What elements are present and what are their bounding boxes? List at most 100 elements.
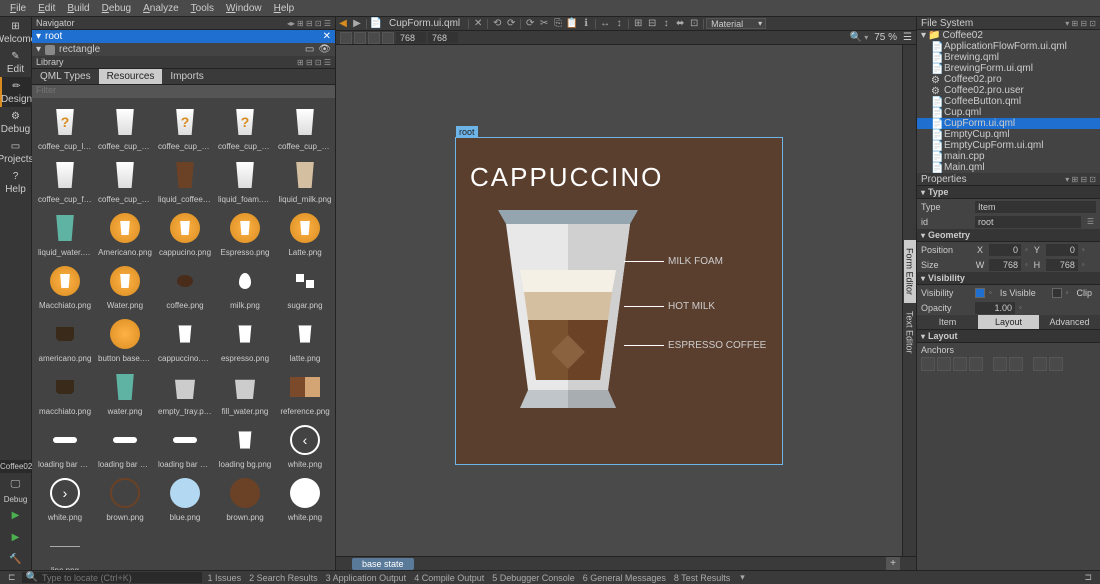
prop-tab-layout[interactable]: Layout xyxy=(978,315,1039,329)
library-tab-qml-types[interactable]: QML Types xyxy=(32,69,99,84)
activity-debug[interactable]: ⚙Debug xyxy=(0,107,32,137)
fs-item[interactable]: 📄ApplicationFlowForm.ui.qml xyxy=(917,41,1100,52)
activity-projects[interactable]: ▭Projects xyxy=(0,137,32,167)
resource-item[interactable]: empty_tray.png xyxy=(156,367,214,418)
resource-item[interactable]: liquid_water.png xyxy=(36,208,94,259)
resource-item[interactable]: loading bg.png xyxy=(216,420,274,471)
text-editor-tab[interactable]: Text Editor xyxy=(904,303,916,362)
fs-item[interactable]: 📄EmptyCupForm.ui.qml xyxy=(917,140,1100,151)
fs-item[interactable]: ⚙Coffee02.pro xyxy=(917,74,1100,85)
design-canvas[interactable]: root CAPPUCCINO xyxy=(336,45,902,556)
resource-item[interactable]: coffee_cup_shadow.... xyxy=(96,155,154,206)
menu-help[interactable]: Help xyxy=(268,3,301,14)
nav-arrow-icon[interactable]: ◂▸ xyxy=(287,19,295,28)
output-tab[interactable]: 8 Test Results xyxy=(670,573,734,583)
resource-item[interactable]: cappucino.png xyxy=(156,208,214,259)
debug-mode-icon[interactable]: 🖵 xyxy=(0,473,32,495)
fs-item[interactable]: 📄Cup.qml xyxy=(917,107,1100,118)
resource-item[interactable]: coffee_cup_coverplat... xyxy=(276,102,334,153)
resource-item[interactable]: macchiato.png xyxy=(36,367,94,418)
resource-item[interactable]: Latte.png xyxy=(276,208,334,259)
opacity-field[interactable]: 1.00 xyxy=(975,302,1015,314)
resource-item[interactable]: Espresso.png xyxy=(216,208,274,259)
pos-y[interactable]: 0 xyxy=(1046,244,1078,256)
resource-item[interactable]: americano.png xyxy=(36,314,94,365)
layout-section[interactable]: Layout xyxy=(917,330,1100,343)
clip-checkbox[interactable] xyxy=(1052,288,1062,298)
resource-item[interactable]: Americano.png xyxy=(96,208,154,259)
style-combo[interactable]: Material xyxy=(706,18,766,29)
menu-tools[interactable]: Tools xyxy=(185,3,220,14)
forward-button[interactable]: ▶ xyxy=(350,17,364,31)
build-button[interactable]: 🔨 xyxy=(0,548,32,570)
output-tab[interactable]: 3 Application Output xyxy=(322,573,411,583)
form-editor-tab[interactable]: Form Editor xyxy=(904,240,916,303)
resource-item[interactable]: loading bar 3.png xyxy=(156,420,214,471)
fs-item[interactable]: 📄EmptyCup.qml xyxy=(917,129,1100,140)
debug-target[interactable]: Coffee02 xyxy=(0,460,31,473)
resource-item[interactable]: Water.png xyxy=(96,261,154,312)
menu-edit[interactable]: Edit xyxy=(32,3,61,14)
library-filter[interactable] xyxy=(32,85,335,98)
fs-item[interactable]: 📄BrewingForm.ui.qml xyxy=(917,63,1100,74)
resource-item[interactable]: coffee_cup_large.png xyxy=(36,102,94,153)
size-w[interactable]: 768 xyxy=(989,259,1021,271)
navigator-item[interactable]: ▾rectangle▭👁 xyxy=(32,43,335,56)
menu-debug[interactable]: Debug xyxy=(96,3,137,14)
type-section[interactable]: Type xyxy=(917,186,1100,199)
id-field[interactable]: root xyxy=(975,216,1081,228)
resource-item[interactable]: coffee_cup_back.png xyxy=(156,102,214,153)
activity-edit[interactable]: ✎Edit xyxy=(0,47,32,77)
navigator-search-input[interactable] xyxy=(45,31,323,42)
resource-item[interactable]: water.png xyxy=(96,367,154,418)
width-field[interactable]: 768 xyxy=(396,32,426,43)
resource-item[interactable]: sugar.png xyxy=(276,261,334,312)
design-root[interactable]: root CAPPUCCINO xyxy=(455,137,783,465)
height-field[interactable]: 768 xyxy=(428,32,458,43)
back-button[interactable]: ◀ xyxy=(336,17,350,31)
resource-item[interactable]: white.png xyxy=(276,473,334,524)
resource-item[interactable]: coffee.png xyxy=(156,261,214,312)
locator[interactable]: 🔍 xyxy=(22,572,202,583)
menu-build[interactable]: Build xyxy=(61,3,95,14)
resource-item[interactable]: liquid_milk.png xyxy=(276,155,334,206)
prop-tab-item[interactable]: Item xyxy=(917,315,978,329)
navigator-search[interactable]: ▾ ✕ xyxy=(32,30,335,43)
visibility-section[interactable]: Visibility xyxy=(917,272,1100,285)
resource-item[interactable]: reference.png xyxy=(276,367,334,418)
resource-item[interactable]: latte.png xyxy=(276,314,334,365)
close-file-icon[interactable]: ✕ xyxy=(471,17,485,31)
type-field[interactable]: Item xyxy=(975,201,1096,213)
resource-item[interactable]: coffee_cup_front.png xyxy=(36,155,94,206)
anchor-btn[interactable] xyxy=(921,357,935,371)
output-tab[interactable]: 5 Debugger Console xyxy=(488,573,579,583)
resource-item[interactable]: brown.png xyxy=(96,473,154,524)
menu-window[interactable]: Window xyxy=(220,3,268,14)
resource-item[interactable]: coffee_cup_coverplat... xyxy=(216,102,274,153)
resource-item[interactable]: ›white.png xyxy=(36,473,94,524)
output-tab[interactable]: 4 Compile Output xyxy=(410,573,488,583)
activity-design[interactable]: ✏Design xyxy=(0,77,32,107)
resource-item[interactable]: cappuccino.png xyxy=(156,314,214,365)
activity-welcome[interactable]: ⊞Welcome xyxy=(0,17,32,47)
resource-item[interactable]: loading bar 1.png xyxy=(36,420,94,471)
fs-item[interactable]: 📄Brewing.qml xyxy=(917,52,1100,63)
state-item[interactable]: base state xyxy=(352,558,414,570)
resource-item[interactable]: fill_water.png xyxy=(216,367,274,418)
resource-item[interactable]: Macchiato.png xyxy=(36,261,94,312)
library-tab-resources[interactable]: Resources xyxy=(99,69,163,84)
fs-item[interactable]: 📄CupForm.ui.qml xyxy=(917,118,1100,129)
prop-tab-advanced[interactable]: Advanced xyxy=(1039,315,1100,329)
resource-item[interactable]: espresso.png xyxy=(216,314,274,365)
pos-x[interactable]: 0 xyxy=(989,244,1021,256)
visible-checkbox[interactable] xyxy=(975,288,985,298)
locator-input[interactable] xyxy=(42,573,198,583)
size-h[interactable]: 768 xyxy=(1046,259,1078,271)
run-debug-button[interactable]: ▶ xyxy=(0,526,32,548)
menu-analyze[interactable]: Analyze xyxy=(137,3,185,14)
geometry-section[interactable]: Geometry xyxy=(917,229,1100,242)
resource-item[interactable]: ‹white.png xyxy=(276,420,334,471)
activity-help[interactable]: ?Help xyxy=(0,167,32,197)
toggle-sidebar-icon[interactable]: ⊏ xyxy=(4,572,20,583)
resource-item[interactable]: liquid_coffee.png xyxy=(156,155,214,206)
